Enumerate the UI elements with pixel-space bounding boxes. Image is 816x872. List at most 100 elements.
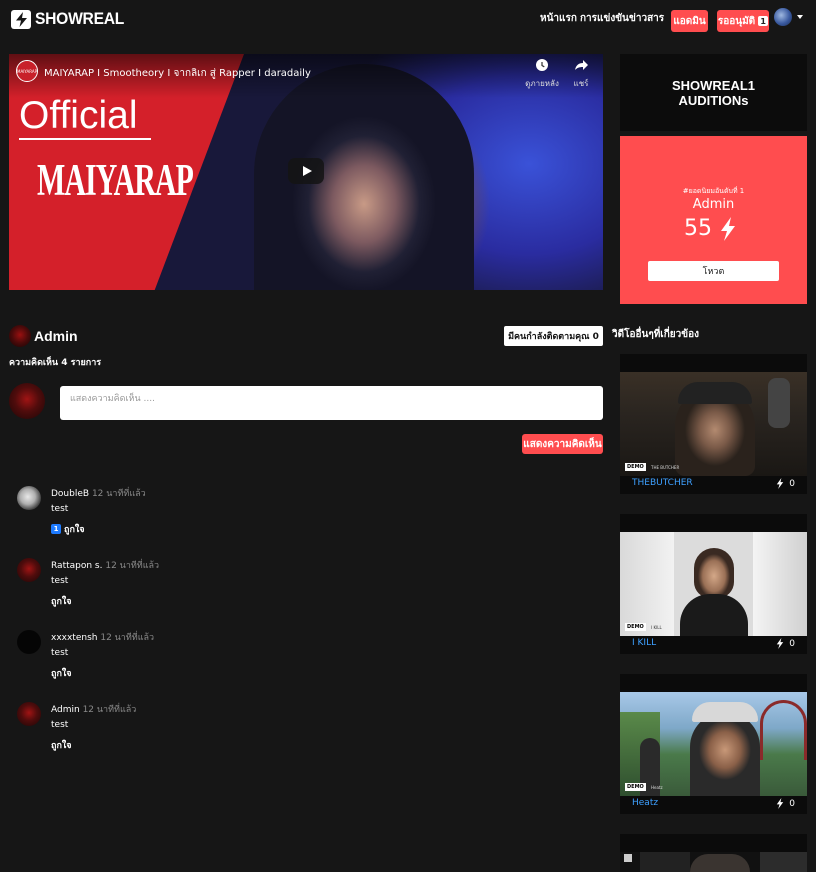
watch-later-label: ดูภายหลัง <box>525 79 559 88</box>
like-count-badge: 1 <box>51 524 61 534</box>
like-label: ถูกใจ <box>51 597 72 607</box>
pending-approval-label: รออนุมัติ <box>717 15 756 27</box>
video-thumbnail[interactable]: DEMO Heatz <box>620 692 807 796</box>
submit-comment-label: แสดงความคิดเห็น <box>523 438 602 450</box>
bolt-icon <box>720 216 736 241</box>
comment-time: 12 นาทีที่แล้ว <box>82 705 137 715</box>
count-value: 0 <box>789 798 795 809</box>
top-ranking-name: Admin <box>692 197 735 212</box>
share-button[interactable]: แชร์ <box>558 59 603 90</box>
video-thumbnail[interactable]: DEMO I KILL <box>620 532 807 636</box>
comment-author-name[interactable]: Admin <box>51 705 80 715</box>
profile-header: Admin <box>9 325 78 347</box>
brand-name: SHOWREAL <box>35 9 125 28</box>
like-button[interactable]: ถูกใจ <box>51 666 72 680</box>
audition-line-2: AUDITIONs <box>678 92 749 108</box>
related-video-count: 0 <box>776 478 795 489</box>
like-label: ถูกใจ <box>51 741 72 751</box>
related-videos-title: วิดีโออื่นๆที่เกี่ยวข้อง <box>612 329 699 340</box>
video-title[interactable]: MAIYARAP I Smootheory I จากลิเก สู่ Rapp… <box>44 66 311 81</box>
demo-subtitle: THE BUTCHER <box>651 465 680 470</box>
demo-tag: DEMO <box>625 623 646 631</box>
comment-time: 12 นาทีที่แล้ว <box>100 633 155 643</box>
followers-button[interactable]: มีคนกำลังติดตามคุณ 0 <box>504 326 603 346</box>
pending-approval-button[interactable]: รออนุมัติ 1 <box>717 10 769 32</box>
caret-down-icon[interactable] <box>797 15 803 19</box>
comment-text: test <box>51 576 69 586</box>
demo-subtitle: I KILL <box>651 625 662 630</box>
related-video-count: 0 <box>776 638 795 649</box>
related-video-card[interactable]: DEMO Heatz Heatz 0 <box>620 674 807 814</box>
submit-comment-button[interactable]: แสดงความคิดเห็น <box>522 434 603 454</box>
comment-author: xxxxtensh 12 นาทีที่แล้ว <box>51 630 154 644</box>
related-video-name[interactable]: I KILL <box>632 638 656 648</box>
related-video-card[interactable]: DEMO THE BUTCHER THEBUTCHER 0 <box>620 354 807 494</box>
avatar <box>9 383 45 419</box>
related-video-card[interactable] <box>620 834 807 872</box>
like-button[interactable]: ถูกใจ <box>51 738 72 752</box>
count-value: 0 <box>789 638 795 649</box>
pending-count-badge: 1 <box>758 16 769 26</box>
bolt-icon <box>776 478 784 489</box>
share-icon <box>558 59 603 75</box>
channel-avatar[interactable]: MAIYARAP <box>16 60 38 82</box>
play-icon[interactable] <box>288 158 324 184</box>
comment-author-name[interactable]: xxxxtensh <box>51 633 97 643</box>
brand-logo[interactable]: SHOWREAL <box>11 9 132 29</box>
avatar[interactable] <box>17 486 41 510</box>
demo-subtitle: Heatz <box>651 785 663 790</box>
admin-button[interactable]: แอดมิน <box>671 10 708 32</box>
demo-tag: DEMO <box>625 783 646 791</box>
comment-count: ความคิดเห็น 4 รายการ <box>9 358 102 368</box>
top-ranking-card: #ยอดนิยมอันดับที่ 1 Admin 55 โหวต <box>620 136 807 304</box>
comment-time: 12 นาทีที่แล้ว <box>105 561 160 571</box>
comment-author-name[interactable]: DoubleB <box>51 489 89 499</box>
comment-time: 12 นาทีที่แล้ว <box>91 489 146 499</box>
bolt-icon <box>776 638 784 649</box>
audition-banner[interactable]: SHOWREAL1 AUDITIONs <box>620 54 807 131</box>
comment-author: DoubleB 12 นาทีที่แล้ว <box>51 486 146 500</box>
score-value: 55 <box>684 216 712 241</box>
avatar[interactable] <box>9 325 31 347</box>
avatar[interactable] <box>17 558 41 582</box>
comment-text: test <box>51 720 69 730</box>
nav-competitions[interactable]: การแข่งขัน <box>580 11 629 26</box>
comment-author-name[interactable]: Rattapon s. <box>51 561 102 571</box>
related-video-name[interactable]: Heatz <box>632 798 658 808</box>
bolt-icon <box>11 9 31 29</box>
top-ranking-score: 55 <box>684 216 736 241</box>
count-value: 0 <box>789 478 795 489</box>
comment-author: Admin 12 นาทีที่แล้ว <box>51 702 136 716</box>
comment-input[interactable]: แสดงความคิดเห็น .... <box>60 386 603 420</box>
admin-button-label: แอดมิน <box>673 15 706 27</box>
nav-news[interactable]: ข่าวสาร <box>629 11 664 26</box>
video-overlay-official: Official <box>19 94 138 137</box>
vote-button[interactable]: โหวต <box>648 261 779 281</box>
comment-text: test <box>51 648 69 658</box>
share-label: แชร์ <box>573 79 589 88</box>
nav-home[interactable]: หน้าแรก <box>540 11 577 26</box>
related-video-card[interactable]: DEMO I KILL I KILL 0 <box>620 514 807 654</box>
related-video-count: 0 <box>776 798 795 809</box>
video-thumbnail[interactable] <box>620 852 807 872</box>
bolt-icon <box>776 798 784 809</box>
demo-tag: DEMO <box>625 463 646 471</box>
like-button[interactable]: 1 ถูกใจ <box>51 522 85 536</box>
comment-author: Rattapon s. 12 นาทีที่แล้ว <box>51 558 159 572</box>
avatar[interactable] <box>17 702 41 726</box>
video-player[interactable]: Official MAIYARAP MAIYARAP MAIYARAP I Sm… <box>9 54 603 290</box>
like-label: ถูกใจ <box>51 669 72 679</box>
channel-badge-text: MAIYARAP <box>17 68 38 74</box>
top-ranking-label: #ยอดนิยมอันดับที่ 1 <box>682 187 745 195</box>
profile-name[interactable]: Admin <box>34 328 78 344</box>
like-label: ถูกใจ <box>64 525 85 535</box>
comment-text: test <box>51 504 69 514</box>
related-video-name[interactable]: THEBUTCHER <box>632 478 693 488</box>
audition-line-1: SHOWREAL1 <box>671 77 756 93</box>
video-overlay-brand: MAIYARAP <box>37 156 194 206</box>
video-thumbnail[interactable]: DEMO THE BUTCHER <box>620 372 807 476</box>
user-avatar[interactable] <box>774 8 792 26</box>
video-overlay-divider <box>19 138 151 140</box>
avatar[interactable] <box>17 630 41 654</box>
like-button[interactable]: ถูกใจ <box>51 594 72 608</box>
